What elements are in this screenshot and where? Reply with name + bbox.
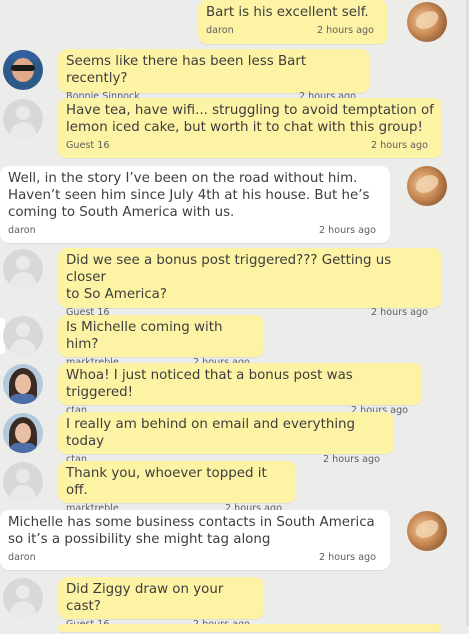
message-text: I really am behind on email and everythi… <box>66 417 360 449</box>
message-bubble: Michelle has some business contacts in S… <box>0 510 390 570</box>
message-text: Well, in the story I’ve been on the road… <box>8 171 370 220</box>
message-timestamp: 2 hours ago <box>370 307 428 318</box>
message-bubble-partial <box>58 624 442 632</box>
message-meta: daron 2 hours ago <box>206 23 380 40</box>
message-bubble: Bart is his excellent self. daron 2 hours … <box>198 0 388 44</box>
message-meta: daron 2 hours ago <box>8 223 382 240</box>
message-author[interactable]: daron <box>8 225 36 236</box>
message-text: Michelle has some business contacts in S… <box>8 515 375 547</box>
daron-photo-icon[interactable] <box>407 511 447 551</box>
message-text: Bart is his excellent self. <box>206 5 369 20</box>
message-timestamp: 2 hours ago <box>318 552 376 563</box>
message-bubble: Did Ziggy draw on your cast?Guest 162 ho… <box>58 577 264 630</box>
message-text: Thank you, whoever topped it off. <box>66 466 271 498</box>
message-text: Did we see a bonus post triggered??? Get… <box>66 253 392 302</box>
message-meta: Guest 16 2 hours ago <box>66 138 434 155</box>
default-user-icon[interactable] <box>3 249 43 289</box>
message-bubble: Well, in the story I’ve been on the road… <box>0 166 390 243</box>
message-meta: daron 2 hours ago <box>8 550 382 567</box>
default-user-icon[interactable] <box>3 462 43 502</box>
message-author[interactable]: daron <box>206 25 234 36</box>
daron-photo-icon[interactable] <box>407 2 447 42</box>
message-text: Whoa! I just noticed that a bonus post w… <box>66 368 358 400</box>
default-user-icon[interactable] <box>3 316 43 356</box>
message-bubble: Did we see a bonus post triggered??? Get… <box>58 248 442 318</box>
message-bubble: Thank you, whoever topped it off. marktre… <box>58 461 296 514</box>
message-timestamp: 2 hours ago <box>370 140 428 151</box>
chat-log: Bart is his excellent self. daron 2 hours … <box>0 0 469 632</box>
message-bubble: I really am behind on email and everythi… <box>58 412 394 465</box>
message-text: Seems like there has been less Bart rece… <box>66 54 311 86</box>
ctan-photo-icon[interactable] <box>3 364 43 404</box>
message-bubble: Whoa! I just noticed that a bonus post w… <box>58 363 422 416</box>
ctan-photo-icon[interactable] <box>3 413 43 453</box>
message-timestamp: 2 hours ago <box>318 225 376 236</box>
default-user-icon[interactable] <box>3 578 43 618</box>
message-text: Is Michelle coming with him? <box>66 320 227 352</box>
default-user-icon[interactable] <box>3 99 43 139</box>
message-bubble: Is Michelle coming with him?marktreble2 … <box>58 315 264 368</box>
message-text: Did Ziggy draw on your cast? <box>66 582 228 614</box>
message-bubble: Seems like there has been less Bart rece… <box>58 49 370 102</box>
message-timestamp: 2 hours ago <box>316 25 374 36</box>
bonnie-photo-icon[interactable] <box>3 50 43 90</box>
message-text: Have tea, have wifi... struggling to avo… <box>66 103 434 135</box>
message-bubble: Have tea, have wifi... struggling to avo… <box>58 98 442 158</box>
daron-photo-icon[interactable] <box>407 166 447 206</box>
message-author[interactable]: daron <box>8 552 36 563</box>
message-author[interactable]: Guest 16 <box>66 140 109 151</box>
message-timestamp: 2 hours ago <box>322 454 380 465</box>
